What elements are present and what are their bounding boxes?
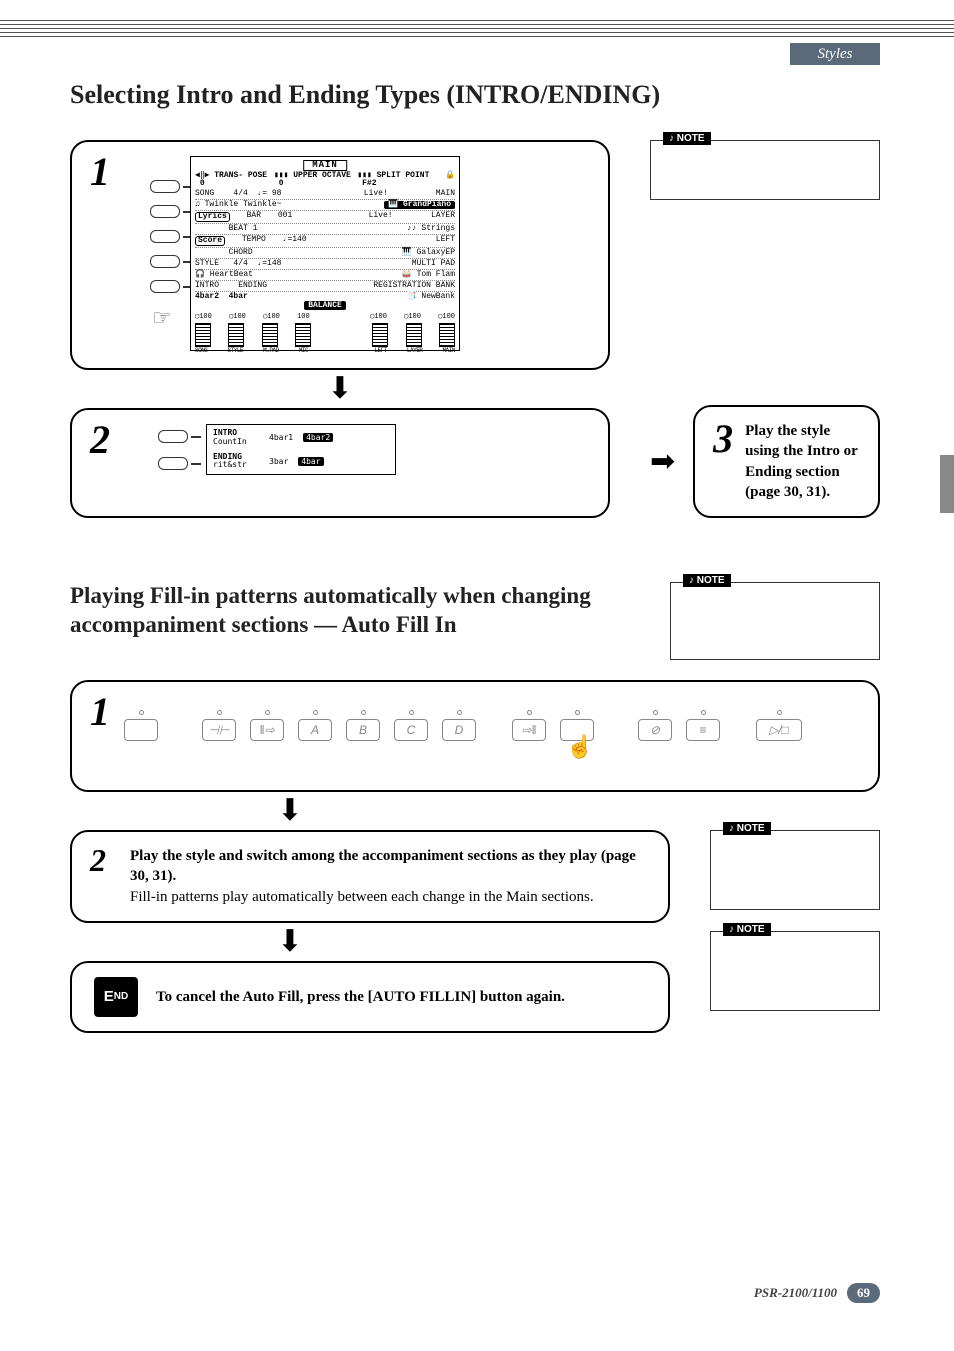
- step3-box: 3 Play the style using the Intro or Endi…: [693, 405, 880, 518]
- end-box: END To cancel the Auto Fill, press the […: [70, 961, 670, 1033]
- note-box-2: NOTE: [670, 582, 880, 660]
- panel-button-D[interactable]: D: [442, 719, 476, 741]
- down-arrow-icon: ⬇: [70, 796, 510, 826]
- footer-model: PSR-2100/1100: [754, 1285, 837, 1301]
- autofill-step2-box: 2 Play the style and switch among the ac…: [70, 830, 670, 923]
- step3-number: 3: [713, 419, 733, 459]
- intro-ending-screen: INTROCountIn 4bar1 4bar2 ENDINGrit&str 3…: [206, 424, 396, 475]
- step1-number: 1: [90, 152, 110, 192]
- autofill-step1-box: 1 ⊣⊢ ‖⇨ A B C D ⇨‖ ☝ ⊘ ≡ ▷/□: [70, 680, 880, 792]
- side-button[interactable]: [150, 255, 180, 268]
- step2-number: 2: [90, 420, 110, 460]
- voice-main: 🎹 GrandPiano: [384, 201, 455, 209]
- panel-button[interactable]: ⇨‖: [512, 719, 546, 741]
- panel-button-A[interactable]: A: [298, 719, 332, 741]
- end-text: To cancel the Auto Fill, press the [AUTO…: [156, 987, 565, 1007]
- chapter-tab: Styles: [790, 43, 880, 65]
- note-box-4: NOTE: [710, 931, 880, 1011]
- main-lcd-screen: MAIN ◀‖▶ TRANS- POSE 0 ▮▮▮ UPPER OCTAVE …: [190, 156, 460, 351]
- side-button[interactable]: [158, 430, 188, 443]
- panel-button[interactable]: ≡: [686, 719, 720, 741]
- right-arrow-icon: ➡: [650, 447, 675, 477]
- page-footer: PSR-2100/1100 69: [754, 1283, 880, 1303]
- autofill-step2-number: 2: [90, 844, 106, 876]
- note-box-3: NOTE: [710, 830, 880, 910]
- lcd-title: MAIN: [303, 160, 347, 171]
- down-arrow-icon: ⬇: [190, 374, 490, 404]
- section2-heading: Playing Fill-in patterns automatically w…: [70, 582, 630, 640]
- note-label-icon: NOTE: [723, 923, 771, 936]
- panel-button[interactable]: [124, 719, 158, 741]
- end-icon: END: [94, 977, 138, 1017]
- ending-selected: 4bar: [298, 457, 323, 466]
- note-box-1: NOTE: [650, 140, 880, 200]
- section-thumb-tab: [940, 455, 954, 513]
- pointing-hand-icon: ☞: [152, 305, 180, 331]
- side-button[interactable]: [150, 205, 180, 218]
- note-label-icon: NOTE: [683, 574, 731, 587]
- autofill-step1-number: 1: [90, 692, 110, 732]
- panel-button[interactable]: ⊘: [638, 719, 672, 741]
- panel-side-buttons: ☞: [150, 180, 180, 331]
- step2-box: 2 INTROCountIn 4bar1 4bar2 ENDINGrit&: [70, 408, 610, 518]
- pointing-hand-icon: ☝: [566, 734, 593, 760]
- step1-box: 1 ☞ MAIN ◀‖▶ TRANS: [70, 140, 610, 370]
- autofill-step2-text: Play the style and switch among the acco…: [130, 846, 646, 907]
- side-button[interactable]: [150, 180, 180, 193]
- note-label-icon: NOTE: [663, 132, 711, 145]
- panel-button-C[interactable]: C: [394, 719, 428, 741]
- panel-start-stop-button[interactable]: ▷/□: [756, 719, 802, 741]
- step3-text: Play the style using the Intro or Ending…: [745, 421, 860, 502]
- footer-page-number: 69: [847, 1283, 880, 1303]
- side-button[interactable]: [150, 280, 180, 293]
- down-arrow-icon: ⬇: [70, 927, 510, 957]
- section1-heading: Selecting Intro and Ending Types (INTRO/…: [70, 80, 880, 110]
- panel-button[interactable]: ⊣⊢: [202, 719, 236, 741]
- panel-button[interactable]: ‖⇨: [250, 719, 284, 741]
- intro-selected: 4bar2: [303, 433, 333, 442]
- side-button[interactable]: [158, 457, 188, 470]
- note-label-icon: NOTE: [723, 822, 771, 835]
- panel-button-B[interactable]: B: [346, 719, 380, 741]
- side-button[interactable]: [150, 230, 180, 243]
